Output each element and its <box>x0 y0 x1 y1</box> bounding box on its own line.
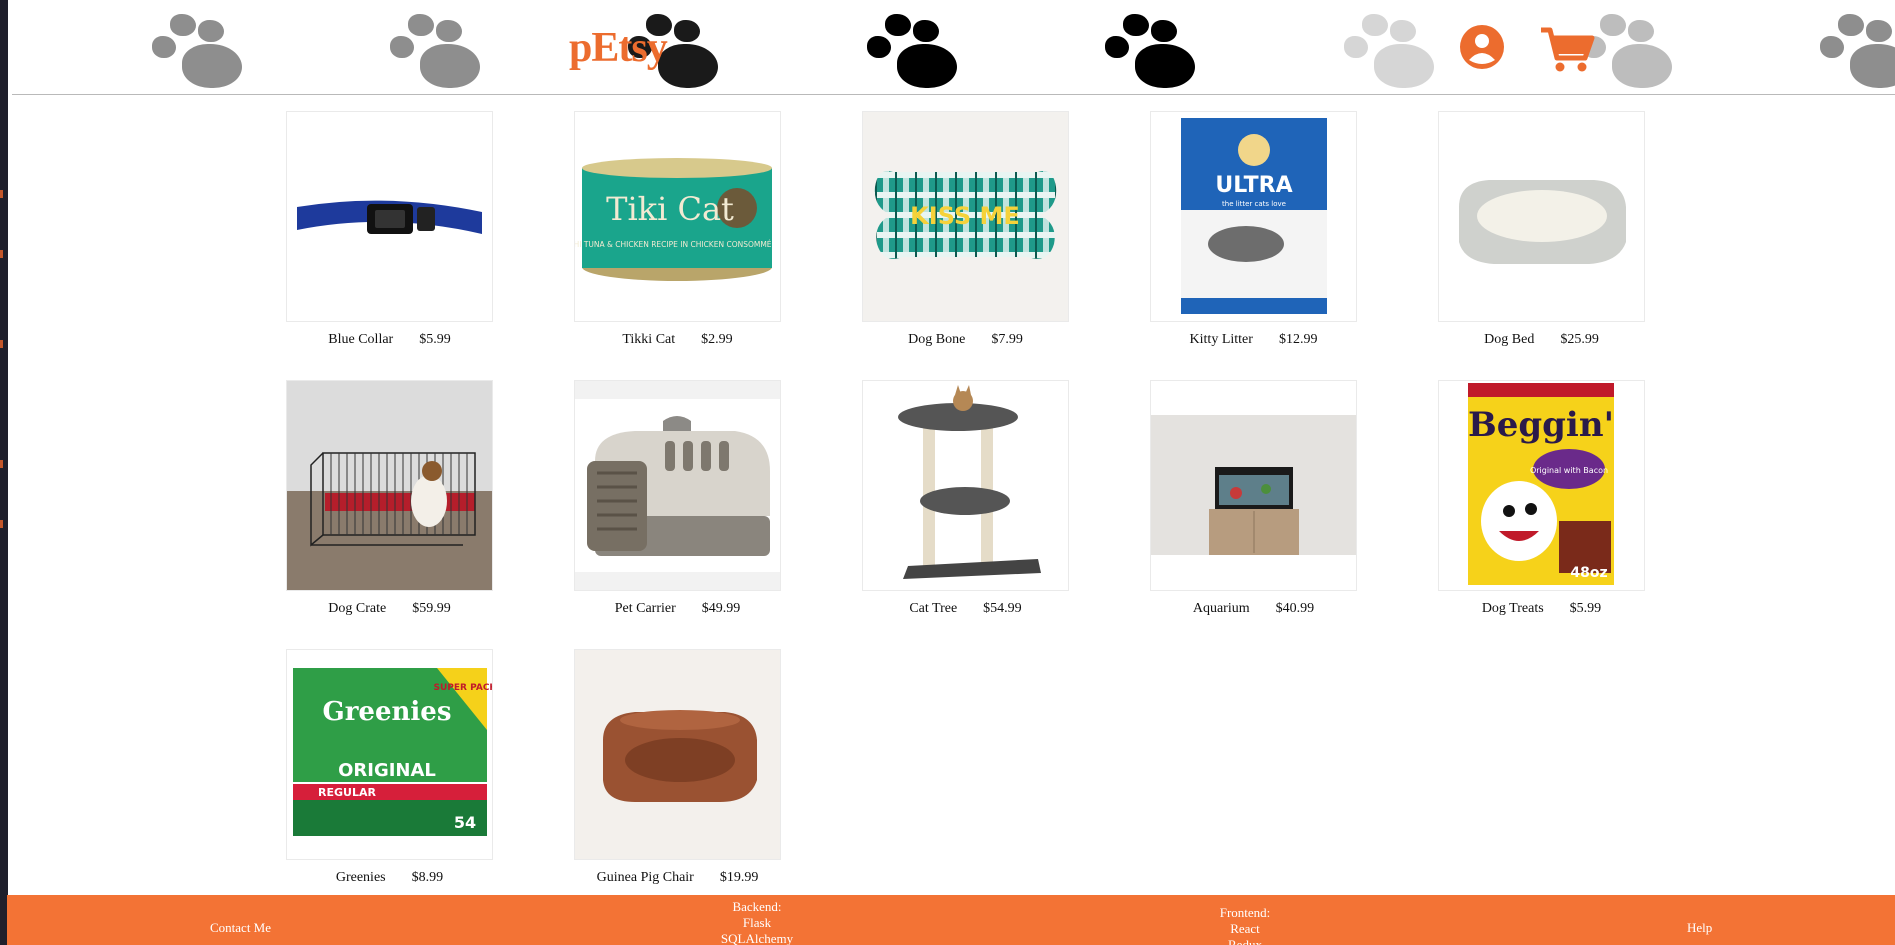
product-image[interactable]: SUPER PACK! Greenies ORIGINAL REGULAR 54 <box>286 649 493 860</box>
svg-text:REGULAR: REGULAR <box>318 786 376 799</box>
svg-text:Original with Bacon: Original with Bacon <box>1530 466 1608 475</box>
product-name: Kitty Litter <box>1189 332 1253 347</box>
help-link[interactable]: Help <box>1687 920 1712 936</box>
top-navbar: pEtsy <box>12 0 1895 95</box>
product-image[interactable]: KISS ME <box>862 111 1069 322</box>
product-card[interactable]: KISS ME Dog Bone $7.99 <box>862 111 1069 350</box>
product-image[interactable] <box>862 380 1069 591</box>
svg-text:AHI TUNA & CHICKEN RECIPE IN C: AHI TUNA & CHICKEN RECIPE IN CHICKEN CON… <box>575 240 772 249</box>
product-image[interactable] <box>574 649 781 860</box>
product-card[interactable]: ULTRA the litter cats love Kitty Litter … <box>1150 111 1357 350</box>
product-image[interactable] <box>1150 380 1357 591</box>
paw-print-icon <box>1344 14 1448 94</box>
product-name: Dog Crate <box>328 601 387 616</box>
left-edge-strip <box>0 0 8 945</box>
svg-text:Tiki Cat: Tiki Cat <box>606 190 734 228</box>
site-logo[interactable]: pEtsy <box>569 24 668 72</box>
product-name: Tikki Cat <box>622 332 676 347</box>
product-price: $12.99 <box>1278 332 1318 347</box>
product-price: $5.99 <box>419 332 451 347</box>
svg-text:Beggin': Beggin' <box>1468 405 1614 445</box>
product-card[interactable]: Blue Collar $5.99 <box>286 111 493 350</box>
frontend-label: Frontend: <box>1219 905 1271 920</box>
product-price: $25.99 <box>1560 332 1599 347</box>
svg-text:Greenies: Greenies <box>323 697 452 727</box>
product-price: $19.99 <box>719 870 759 885</box>
backend-item: Flask <box>742 915 772 930</box>
paw-print-icon <box>1105 14 1209 94</box>
product-card[interactable]: SUPER PACK! Greenies ORIGINAL REGULAR 54… <box>286 649 493 888</box>
product-image[interactable]: ULTRA the litter cats love <box>1150 111 1357 322</box>
product-price: $59.99 <box>412 601 451 616</box>
product-image[interactable] <box>574 380 781 591</box>
svg-text:ORIGINAL: ORIGINAL <box>338 760 436 781</box>
paw-print-icon <box>867 14 971 94</box>
svg-text:48oz: 48oz <box>1570 565 1607 581</box>
product-name: Blue Collar <box>328 332 394 347</box>
paw-print-icon <box>1582 14 1686 94</box>
product-name: Dog Bone <box>908 332 966 347</box>
product-image[interactable]: Beggin' Original with Bacon 48oz <box>1438 380 1645 591</box>
product-image[interactable] <box>286 111 493 322</box>
product-card[interactable]: Cat Tree $54.99 <box>862 380 1069 619</box>
product-name: Dog Treats <box>1481 601 1544 616</box>
paw-print-icon <box>390 14 494 94</box>
product-name: Cat Tree <box>909 601 958 616</box>
paw-print-icon <box>152 14 256 94</box>
product-price: $54.99 <box>983 601 1022 616</box>
product-grid: Blue Collar $5.99 Tiki Cat AHI TUNA & CH… <box>286 111 1645 888</box>
product-card[interactable]: Dog Crate $59.99 <box>286 380 493 619</box>
product-image[interactable]: Tiki Cat AHI TUNA & CHICKEN RECIPE IN CH… <box>574 111 781 322</box>
product-card[interactable]: Dog Bed $25.99 <box>1438 111 1645 350</box>
site-footer: Contact Me Backend: Flask SQLAlchemy Fro… <box>7 895 1895 945</box>
product-price: $7.99 <box>991 332 1023 347</box>
product-card[interactable]: Guinea Pig Chair $19.99 <box>574 649 781 888</box>
frontend-item: Redux <box>1228 937 1262 945</box>
user-icon[interactable] <box>1459 24 1505 70</box>
product-price: $5.99 <box>1569 601 1602 616</box>
product-name: Dog Bed <box>1484 332 1535 347</box>
frontend-stack: Frontend: React Redux <box>1185 905 1305 945</box>
backend-item: SQLAlchemy <box>720 931 794 945</box>
svg-text:ULTRA: ULTRA <box>1215 173 1292 198</box>
product-price: $49.99 <box>701 601 741 616</box>
product-image[interactable] <box>286 380 493 591</box>
svg-text:54: 54 <box>454 813 476 832</box>
svg-text:SUPER PACK!: SUPER PACK! <box>433 683 492 693</box>
product-name: Guinea Pig Chair <box>596 870 694 885</box>
product-card[interactable]: Pet Carrier $49.99 <box>574 380 781 619</box>
product-price: $8.99 <box>411 870 444 885</box>
svg-text:the litter cats love: the litter cats love <box>1222 200 1286 208</box>
product-card[interactable]: Aquarium $40.99 <box>1150 380 1357 619</box>
product-image[interactable] <box>1438 111 1645 322</box>
product-price: $40.99 <box>1275 601 1315 616</box>
paw-print-icon <box>1820 14 1895 94</box>
product-name: Greenies <box>335 870 386 885</box>
cart-icon[interactable] <box>1539 26 1595 74</box>
product-card[interactable]: Beggin' Original with Bacon 48oz Dog Tre… <box>1438 380 1645 619</box>
product-card[interactable]: Tiki Cat AHI TUNA & CHICKEN RECIPE IN CH… <box>574 111 781 350</box>
svg-text:KISS ME: KISS ME <box>910 202 1020 230</box>
product-name: Pet Carrier <box>614 601 676 616</box>
product-name: Aquarium <box>1192 601 1250 616</box>
product-price: $2.99 <box>701 332 733 347</box>
contact-me-link[interactable]: Contact Me <box>210 920 271 936</box>
frontend-item: React <box>1230 921 1260 936</box>
backend-stack: Backend: Flask SQLAlchemy <box>697 899 817 945</box>
backend-label: Backend: <box>732 899 782 914</box>
